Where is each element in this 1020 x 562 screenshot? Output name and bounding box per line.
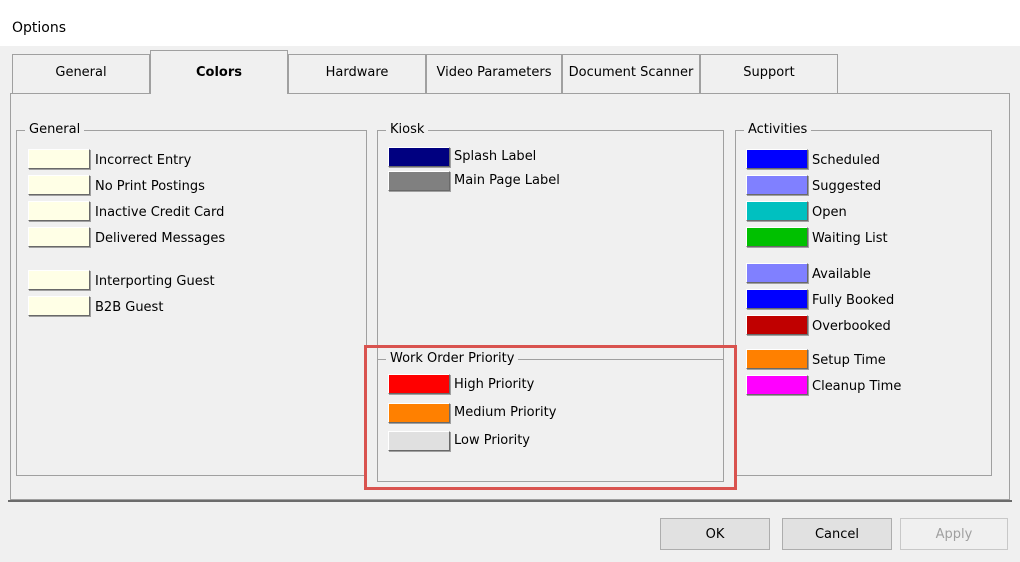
work-order-priority-group-title: Work Order Priority <box>386 351 519 367</box>
b2b-guest-color-button[interactable] <box>28 296 90 316</box>
overbooked-label: Overbooked <box>812 319 891 334</box>
available-color-button[interactable] <box>746 263 808 283</box>
fully-booked-label: Fully Booked <box>812 293 895 308</box>
delivered-messages-label: Delivered Messages <box>95 231 226 246</box>
setup-time-label: Setup Time <box>812 353 886 368</box>
scheduled-label: Scheduled <box>812 153 880 168</box>
tab-general[interactable]: General <box>12 54 150 94</box>
inactive-credit-card-label: Inactive Credit Card <box>95 205 225 220</box>
panel-separator <box>8 500 1012 502</box>
high-priority-label: High Priority <box>454 377 535 392</box>
tab-document-scanner[interactable]: Document Scanner <box>562 54 700 94</box>
title-bar <box>0 0 1020 46</box>
tab-video-parameters[interactable]: Video Parameters <box>426 54 562 94</box>
interporting-guest-label: Interporting Guest <box>95 274 215 289</box>
fully-booked-color-button[interactable] <box>746 289 808 309</box>
interporting-guest-color-button[interactable] <box>28 270 90 290</box>
general-group-title: General <box>25 122 85 138</box>
waiting-list-color-button[interactable] <box>746 227 808 247</box>
no-print-postings-color-button[interactable] <box>28 175 90 195</box>
tab-colors[interactable]: Colors <box>150 50 288 94</box>
low-priority-label: Low Priority <box>454 433 531 448</box>
main-page-label-label: Main Page Label <box>454 173 560 188</box>
inactive-credit-card-color-button[interactable] <box>28 201 90 221</box>
splash-label-label: Splash Label <box>454 149 537 164</box>
colors-tab-panel: General Incorrect Entry No Print Posting… <box>10 93 1010 500</box>
waiting-list-label: Waiting List <box>812 231 888 246</box>
overbooked-color-button[interactable] <box>746 315 808 335</box>
scheduled-color-button[interactable] <box>746 149 808 169</box>
main-page-label-color-button[interactable] <box>388 171 450 191</box>
open-color-button[interactable] <box>746 201 808 221</box>
tab-hardware[interactable]: Hardware <box>288 54 426 94</box>
available-label: Available <box>812 267 871 282</box>
kiosk-group-title: Kiosk <box>386 122 429 138</box>
medium-priority-label: Medium Priority <box>454 405 557 420</box>
suggested-color-button[interactable] <box>746 175 808 195</box>
cancel-button[interactable]: Cancel <box>782 518 892 550</box>
setup-time-color-button[interactable] <box>746 349 808 369</box>
incorrect-entry-label: Incorrect Entry <box>95 153 192 168</box>
delivered-messages-color-button[interactable] <box>28 227 90 247</box>
cleanup-time-color-button[interactable] <box>746 375 808 395</box>
ok-button[interactable]: OK <box>660 518 770 550</box>
window-title: Options <box>12 20 67 36</box>
b2b-guest-label: B2B Guest <box>95 300 164 315</box>
medium-priority-color-button[interactable] <box>388 403 450 423</box>
high-priority-color-button[interactable] <box>388 374 450 394</box>
activities-group-title: Activities <box>744 122 812 138</box>
no-print-postings-label: No Print Postings <box>95 179 205 194</box>
incorrect-entry-color-button[interactable] <box>28 149 90 169</box>
splash-label-color-button[interactable] <box>388 147 450 167</box>
low-priority-color-button[interactable] <box>388 431 450 451</box>
suggested-label: Suggested <box>812 179 882 194</box>
apply-button[interactable]: Apply <box>900 518 1008 550</box>
cleanup-time-label: Cleanup Time <box>812 379 902 394</box>
open-label: Open <box>812 205 847 220</box>
tab-support[interactable]: Support <box>700 54 838 94</box>
